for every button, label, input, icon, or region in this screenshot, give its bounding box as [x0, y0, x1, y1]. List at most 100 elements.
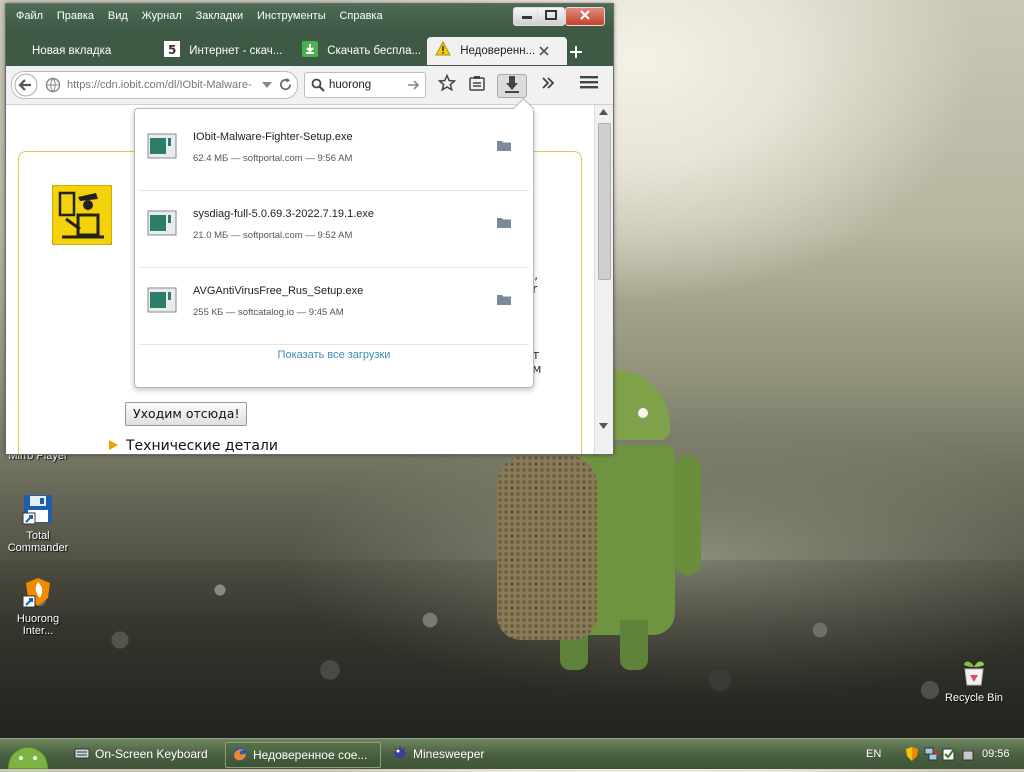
desktop-icon-label: Huorong Inter... [16, 613, 60, 637]
search-icon [311, 78, 325, 92]
overflow-chevron-button[interactable] [537, 74, 559, 96]
open-folder-icon[interactable] [497, 139, 511, 151]
tab-new-tab[interactable]: Новая вкладка [32, 37, 152, 65]
task-label: Недоверенное сое... [253, 748, 368, 762]
new-tab-plus-icon[interactable] [569, 45, 583, 59]
keyboard-icon [74, 748, 90, 759]
url-text: https://cdn.iobit.com/dl/IObit-Malware- [67, 79, 252, 91]
firefox-icon [233, 747, 247, 761]
menu-history[interactable]: Журнал [142, 4, 182, 28]
download-filename: sysdiag-full-5.0.69.3-2022.7.19.1.exe [193, 208, 375, 220]
clipboard-icon [469, 76, 485, 91]
tab-close-icon[interactable] [539, 46, 549, 56]
back-arrow-icon[interactable] [14, 73, 38, 97]
desktop-icon-label: Recycle Bin [944, 692, 1004, 704]
desktop-icon-recycle-bin[interactable]: Recycle Bin [939, 655, 1009, 704]
download-item[interactable]: sysdiag-full-5.0.69.3-2022.7.19.1.exe 21… [139, 190, 529, 268]
minimize-icon [522, 16, 532, 19]
download-item[interactable]: IObit-Malware-Fighter-Setup.exe 62.4 МБ … [139, 113, 529, 191]
softportal-5-icon: 5 [164, 41, 180, 57]
taskbar: On-Screen Keyboard Недоверенное сое... M… [0, 738, 1024, 770]
task-on-screen-keyboard[interactable]: On-Screen Keyboard [68, 742, 218, 766]
menu-view[interactable]: Вид [108, 4, 128, 28]
url-bar[interactable]: https://cdn.iobit.com/dl/IObit-Malware- [11, 71, 298, 99]
download-filename: AVGAntiVirusFree_Rus_Setup.exe [193, 285, 364, 297]
scroll-down-icon[interactable] [599, 423, 608, 429]
downloads-panel: IObit-Malware-Fighter-Setup.exe 62.4 МБ … [134, 97, 535, 388]
reading-list-button[interactable] [466, 74, 488, 96]
search-box[interactable]: huorong [304, 72, 426, 98]
executable-file-icon [147, 210, 177, 236]
task-firefox[interactable]: Недоверенное сое... [225, 742, 381, 768]
downloads-button[interactable] [497, 74, 527, 98]
huorong-shield-icon [22, 578, 50, 608]
open-folder-icon[interactable] [497, 293, 511, 305]
language-indicator[interactable]: EN [866, 739, 881, 769]
tab-download-free[interactable]: Скачать беспла... [302, 37, 426, 65]
technical-details-toggle[interactable]: Технические детали [109, 438, 278, 454]
menu-file[interactable]: Файл [16, 4, 43, 28]
task-label: On-Screen Keyboard [95, 747, 208, 761]
star-icon [437, 73, 457, 92]
clock[interactable]: 09:56 [982, 739, 1010, 769]
network-tray-icon[interactable] [923, 746, 939, 762]
show-all-downloads-link[interactable]: Показать все загрузки [135, 349, 533, 361]
android-start-icon [7, 746, 49, 770]
vertical-scrollbar[interactable] [594, 105, 613, 454]
tab-label: Недоверенн... [460, 45, 536, 57]
open-folder-icon[interactable] [497, 216, 511, 228]
shield-tray-icon[interactable] [905, 746, 919, 762]
tab-label: Интернет - скач... [189, 45, 283, 57]
download-filename: IObit-Malware-Fighter-Setup.exe [193, 131, 353, 143]
menu-edit[interactable]: Правка [57, 4, 94, 28]
checkbox-tray-icon[interactable] [941, 746, 957, 762]
download-arrow-icon [505, 76, 519, 93]
start-button[interactable] [0, 739, 55, 770]
desktop-icon-huorong[interactable]: Huorong Inter... [3, 576, 73, 637]
scroll-up-icon[interactable] [599, 109, 608, 115]
menu-tools[interactable]: Инструменты [257, 4, 326, 28]
safely-remove-tray-icon[interactable] [960, 746, 976, 762]
security-guard-icon [52, 185, 112, 245]
minesweeper-mine-icon [393, 746, 407, 760]
hamburger-menu-button[interactable] [578, 74, 600, 96]
floppy-disk-icon [22, 495, 52, 525]
tab-label: Скачать беспла... [327, 45, 422, 57]
close-window-button[interactable] [565, 7, 605, 26]
bookmark-star-button[interactable] [436, 73, 458, 96]
desktop-icon-label: Total Commander [7, 530, 69, 554]
tab-internet[interactable]: 5 Интернет - скач... [164, 37, 288, 65]
task-minesweeper[interactable]: Minesweeper [386, 742, 526, 766]
url-dropdown-icon[interactable] [262, 82, 272, 89]
download-favicon-icon [302, 41, 318, 57]
globe-icon [45, 77, 61, 93]
download-meta: 21.0 МБ — softportal.com — 9:52 AM [193, 230, 353, 241]
maximize-icon [545, 10, 557, 20]
search-input-value[interactable]: huorong [329, 73, 371, 97]
menu-bar: Файл Правка Вид Журнал Закладки Инструме… [6, 4, 613, 30]
double-chevron-icon [542, 77, 555, 89]
warning-icon [435, 41, 451, 56]
triangle-right-icon [109, 440, 118, 450]
maximize-button[interactable] [537, 7, 565, 26]
menu-bookmarks[interactable]: Закладки [196, 4, 244, 28]
close-icon [580, 10, 590, 20]
download-meta: 62.4 МБ — softportal.com — 9:56 AM [193, 153, 353, 164]
task-label: Minesweeper [413, 747, 485, 761]
technical-details-label: Технические детали [126, 438, 278, 454]
get-me-out-button[interactable]: Уходим отсюда! [125, 402, 248, 426]
reload-icon[interactable] [278, 77, 293, 92]
tab-untrusted[interactable]: Недоверенн... [427, 37, 567, 65]
search-go-arrow-icon[interactable] [407, 79, 419, 91]
tab-bar: Новая вкладка 5 Интернет - скач... Скача… [6, 30, 613, 66]
executable-file-icon [147, 287, 177, 313]
recycle-bin-icon [964, 661, 984, 686]
download-item[interactable]: AVGAntiVirusFree_Rus_Setup.exe 255 КБ — … [139, 267, 529, 345]
firefox-window: Файл Правка Вид Журнал Закладки Инструме… [5, 3, 614, 455]
desktop-icon-total-commander[interactable]: Total Commander [3, 493, 73, 554]
scroll-thumb[interactable] [598, 123, 611, 280]
menu-help[interactable]: Справка [339, 4, 382, 28]
svg-text:5: 5 [168, 43, 176, 57]
executable-file-icon [147, 133, 177, 159]
hamburger-icon [580, 76, 598, 89]
